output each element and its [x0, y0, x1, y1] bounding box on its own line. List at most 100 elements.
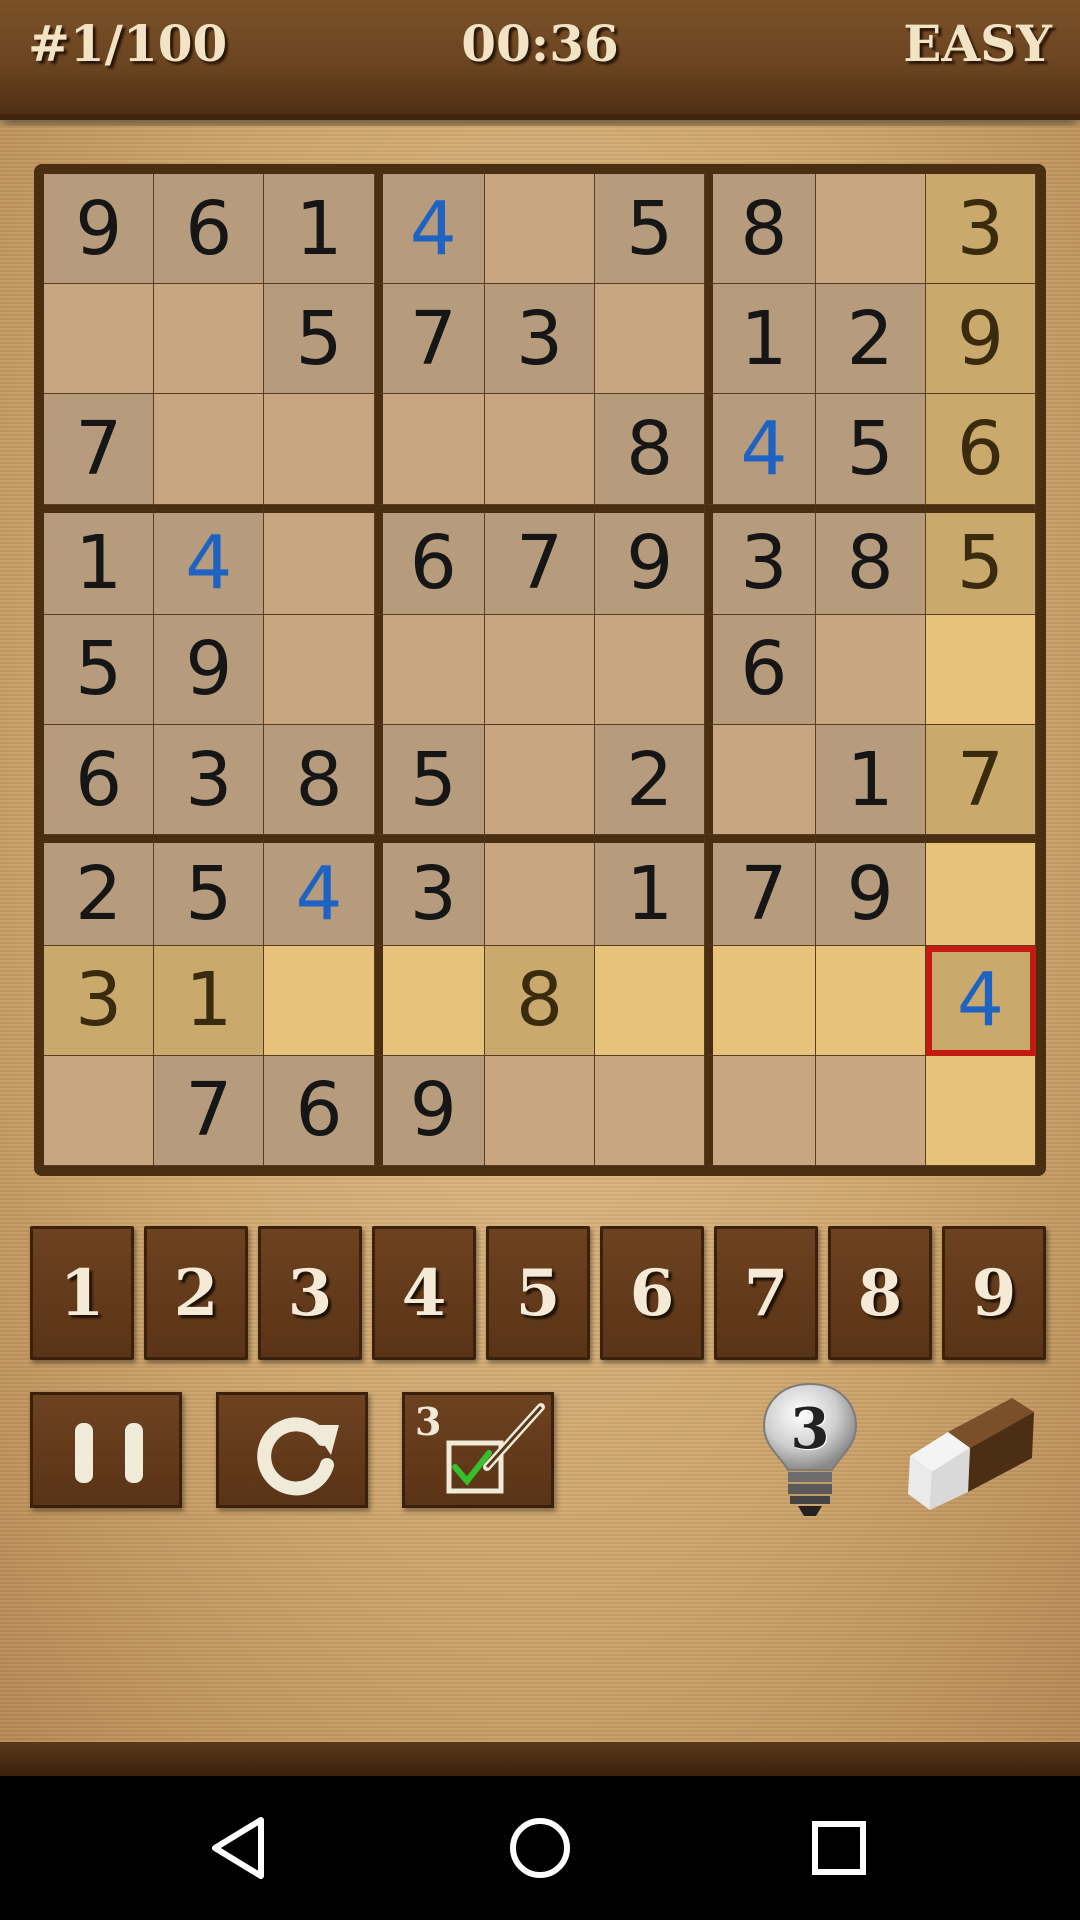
number-button-2[interactable]: 2 — [144, 1226, 248, 1360]
cell-r3-c7[interactable]: 4 — [705, 394, 816, 505]
cell-r8-c4[interactable] — [374, 945, 485, 1056]
cell-r3-c2[interactable] — [154, 394, 265, 505]
cell-r5-c7[interactable]: 6 — [705, 614, 816, 726]
cell-r5-c5[interactable] — [484, 614, 596, 726]
notes-button[interactable]: 3 — [402, 1392, 554, 1508]
cell-r4-c4[interactable]: 6 — [374, 504, 485, 615]
home-icon[interactable] — [504, 1812, 576, 1884]
cell-r7-c5[interactable] — [484, 835, 596, 946]
number-button-4[interactable]: 4 — [372, 1226, 476, 1360]
cell-r9-c9[interactable] — [925, 1055, 1036, 1166]
number-button-7[interactable]: 7 — [714, 1226, 818, 1360]
cell-r2-c3[interactable]: 5 — [264, 284, 375, 395]
cell-r8-c9[interactable]: 4 — [925, 945, 1036, 1056]
number-button-3[interactable]: 3 — [258, 1226, 362, 1360]
cell-r8-c1[interactable]: 3 — [44, 945, 155, 1056]
cell-r6-c6[interactable]: 2 — [595, 725, 706, 836]
eraser-button[interactable] — [904, 1392, 1044, 1516]
cell-r6-c3[interactable]: 8 — [264, 725, 375, 836]
cell-r5-c1[interactable]: 5 — [44, 614, 155, 726]
cell-r9-c5[interactable] — [484, 1055, 596, 1166]
number-button-8[interactable]: 8 — [828, 1226, 932, 1360]
cell-r4-c1[interactable]: 1 — [44, 504, 155, 615]
cell-r6-c2[interactable]: 3 — [154, 725, 265, 836]
cell-r1-c6[interactable]: 5 — [595, 174, 706, 285]
cell-r3-c6[interactable]: 8 — [595, 394, 706, 505]
cell-r9-c1[interactable] — [44, 1055, 155, 1166]
recent-apps-icon[interactable] — [803, 1812, 875, 1884]
cell-r4-c3[interactable] — [264, 504, 375, 615]
pause-icon — [75, 1423, 143, 1483]
cell-r2-c4[interactable]: 7 — [374, 284, 485, 395]
cell-r5-c2[interactable]: 9 — [154, 614, 265, 726]
cell-r3-c5[interactable] — [484, 394, 596, 505]
cell-r1-c8[interactable] — [815, 174, 926, 285]
cell-r9-c6[interactable] — [595, 1055, 706, 1166]
cell-r2-c6[interactable] — [595, 284, 706, 395]
restart-button[interactable] — [216, 1392, 368, 1508]
cell-r8-c7[interactable] — [705, 945, 816, 1056]
number-button-5[interactable]: 5 — [486, 1226, 590, 1360]
cell-r9-c2[interactable]: 7 — [154, 1055, 265, 1166]
cell-r2-c1[interactable] — [44, 284, 155, 395]
cell-r7-c1[interactable]: 2 — [44, 835, 155, 946]
cell-r6-c9[interactable]: 7 — [925, 725, 1036, 836]
cell-r1-c2[interactable]: 6 — [154, 174, 265, 285]
cell-r4-c2[interactable]: 4 — [154, 504, 265, 615]
cell-r8-c5[interactable]: 8 — [484, 945, 596, 1056]
cell-r4-c5[interactable]: 7 — [484, 504, 596, 615]
cell-r7-c6[interactable]: 1 — [595, 835, 706, 946]
cell-r4-c6[interactable]: 9 — [595, 504, 706, 615]
cell-r2-c7[interactable]: 1 — [705, 284, 816, 395]
cell-r1-c7[interactable]: 8 — [705, 174, 816, 285]
cell-r6-c4[interactable]: 5 — [374, 725, 485, 836]
cell-r5-c3[interactable] — [264, 614, 375, 726]
cell-r5-c9[interactable] — [925, 614, 1036, 726]
number-button-9[interactable]: 9 — [942, 1226, 1046, 1360]
cell-r5-c8[interactable] — [815, 614, 926, 726]
cell-r6-c5[interactable] — [484, 725, 596, 836]
cell-r3-c8[interactable]: 5 — [815, 394, 926, 505]
cell-r8-c3[interactable] — [264, 945, 375, 1056]
cell-r1-c3[interactable]: 1 — [264, 174, 375, 285]
cell-r7-c2[interactable]: 5 — [154, 835, 265, 946]
cell-r8-c8[interactable] — [815, 945, 926, 1056]
cell-r3-c3[interactable] — [264, 394, 375, 505]
number-button-6[interactable]: 6 — [600, 1226, 704, 1360]
cell-r1-c5[interactable] — [484, 174, 596, 285]
cell-r2-c8[interactable]: 2 — [815, 284, 926, 395]
cell-r7-c7[interactable]: 7 — [705, 835, 816, 946]
cell-r4-c9[interactable]: 5 — [925, 504, 1036, 615]
cell-r1-c4[interactable]: 4 — [374, 174, 485, 285]
cell-r2-c9[interactable]: 9 — [925, 284, 1036, 395]
cell-r6-c8[interactable]: 1 — [815, 725, 926, 836]
cell-r3-c1[interactable]: 7 — [44, 394, 155, 505]
cell-r8-c6[interactable] — [595, 945, 706, 1056]
cell-r9-c4[interactable]: 9 — [374, 1055, 485, 1166]
cell-r7-c9[interactable] — [925, 835, 1036, 946]
cell-r2-c2[interactable] — [154, 284, 265, 395]
number-button-1[interactable]: 1 — [30, 1226, 134, 1360]
cell-r2-c5[interactable]: 3 — [484, 284, 596, 395]
cell-r8-c2[interactable]: 1 — [154, 945, 265, 1056]
cell-r9-c8[interactable] — [815, 1055, 926, 1166]
cell-r7-c4[interactable]: 3 — [374, 835, 485, 946]
cell-r4-c7[interactable]: 3 — [705, 504, 816, 615]
pause-button[interactable] — [30, 1392, 182, 1508]
hint-button[interactable]: 3 — [756, 1380, 864, 1520]
cell-r1-c1[interactable]: 9 — [44, 174, 155, 285]
cell-r5-c4[interactable] — [374, 614, 485, 726]
cell-r6-c1[interactable]: 6 — [44, 725, 155, 836]
cell-r7-c3[interactable]: 4 — [264, 835, 375, 946]
cell-r5-c6[interactable] — [595, 614, 706, 726]
cell-r1-c9[interactable]: 3 — [925, 174, 1036, 285]
cell-r9-c7[interactable] — [705, 1055, 816, 1166]
cell-r3-c4[interactable] — [374, 394, 485, 505]
svg-text:3: 3 — [415, 1399, 441, 1444]
cell-r3-c9[interactable]: 6 — [925, 394, 1036, 505]
cell-r7-c8[interactable]: 9 — [815, 835, 926, 946]
cell-r4-c8[interactable]: 8 — [815, 504, 926, 615]
back-icon[interactable] — [205, 1812, 277, 1884]
cell-r6-c7[interactable] — [705, 725, 816, 836]
cell-r9-c3[interactable]: 6 — [264, 1055, 375, 1166]
